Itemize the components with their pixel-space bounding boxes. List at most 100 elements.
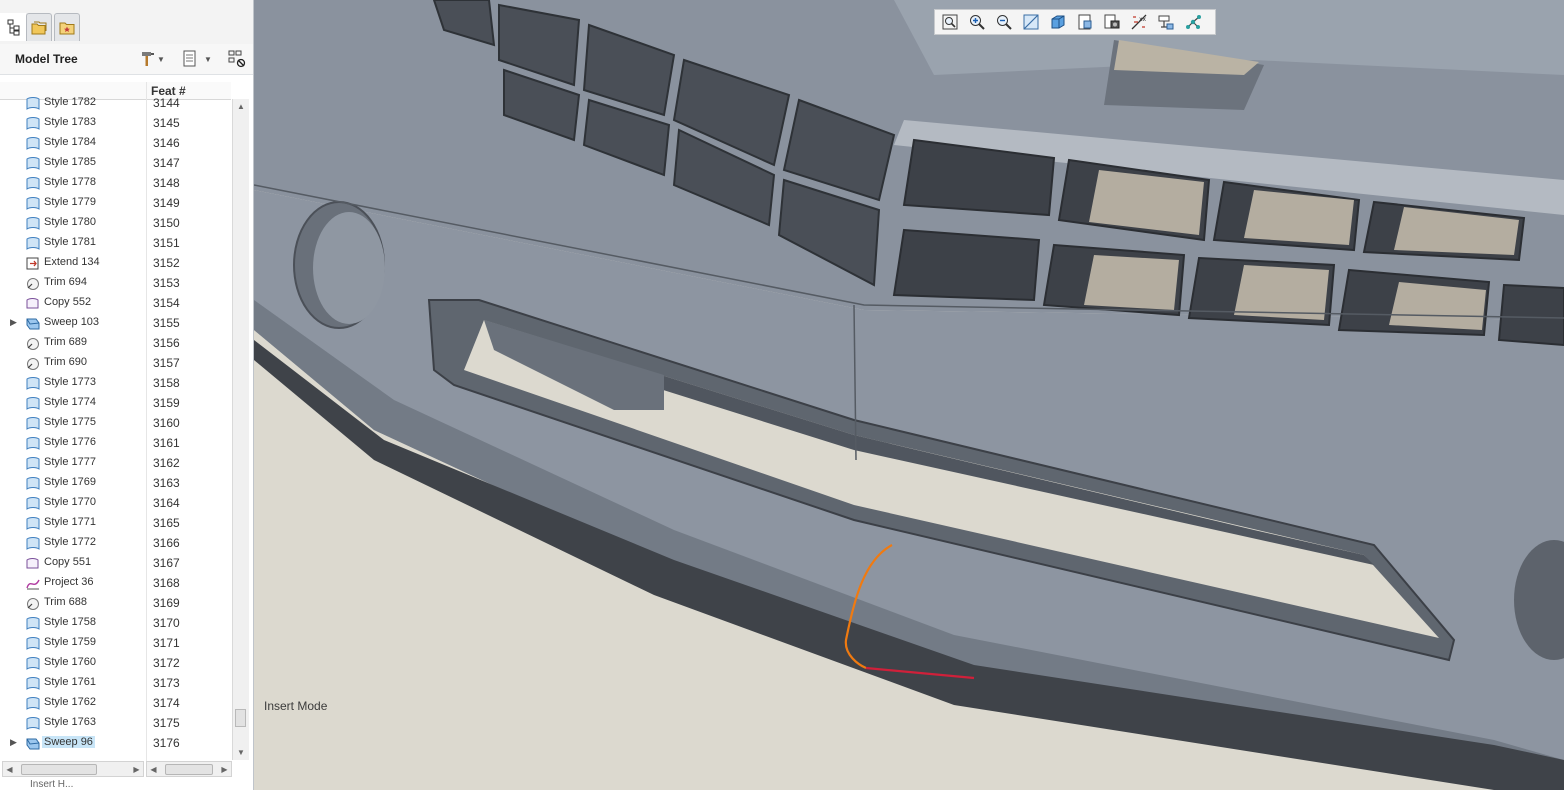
label-horizontal-scrollbar[interactable]: ◀ ▶ (2, 761, 144, 777)
tree-row[interactable]: Style 1773 3158 (0, 373, 231, 393)
tree-row[interactable]: Trim 690 3157 (0, 353, 231, 373)
tree-row[interactable]: Trim 688 3169 (0, 593, 231, 613)
display-style-button[interactable] (1046, 11, 1070, 33)
tree-row[interactable]: Extend 134 3152 (0, 253, 231, 273)
tree-row[interactable]: Style 1759 3171 (0, 633, 231, 653)
favorites-tab[interactable] (54, 13, 80, 41)
tree-row-label: Sweep 96 (42, 736, 95, 748)
tree-row[interactable]: Trim 689 3156 (0, 333, 231, 353)
graphics-window[interactable]: xx Insert Mode (254, 0, 1564, 790)
expand-arrow-icon[interactable]: ▶ (10, 737, 20, 748)
tree-row-label: Style 1785 (44, 156, 96, 168)
tree-row[interactable]: Copy 552 3154 (0, 293, 231, 313)
show-button[interactable]: ▼ (180, 48, 214, 70)
tree-row[interactable]: Style 1771 3165 (0, 513, 231, 533)
tree-row-label: Trim 690 (44, 356, 87, 368)
style-feature-icon (25, 496, 41, 511)
spin-center-button[interactable] (1181, 11, 1205, 33)
feat-number: 3171 (153, 636, 180, 650)
feat-number: 3160 (153, 416, 180, 430)
tree-row-label: Style 1775 (44, 416, 96, 428)
tree-row[interactable]: Project 36 3168 (0, 573, 231, 593)
scroll-thumb[interactable] (21, 764, 97, 775)
model-tree-list: Style 1782 3144 Style 1783 3145 Style 1784 31… (0, 92, 231, 758)
scroll-right-icon[interactable]: ▶ (218, 762, 231, 776)
tree-row[interactable]: Style 1760 3172 (0, 653, 231, 673)
car-bumper-model[interactable] (254, 0, 1564, 790)
folder-browser-tab[interactable] (26, 13, 52, 41)
zoom-out-button[interactable] (992, 11, 1016, 33)
partial-tree-item: Insert H... (30, 779, 74, 790)
feat-number: 3173 (153, 676, 180, 690)
feat-number: 3158 (153, 376, 180, 390)
tree-row[interactable]: Style 1780 3150 (0, 213, 231, 233)
column-horizontal-scrollbar[interactable]: ◀ ▶ (146, 761, 232, 777)
feat-number: 3174 (153, 696, 180, 710)
tree-vertical-scrollbar[interactable]: ▲ ▼ (232, 99, 249, 760)
datum-display-icon: xx (1131, 14, 1147, 30)
tree-row[interactable]: Style 1772 3166 (0, 533, 231, 553)
settings-button[interactable]: ▼ (137, 48, 167, 70)
tree-row[interactable]: Style 1778 3148 (0, 173, 231, 193)
tree-row-label: Style 1781 (44, 236, 96, 248)
zoom-in-button[interactable] (965, 11, 989, 33)
favorites-icon (59, 22, 75, 34)
tree-row[interactable]: Trim 694 3153 (0, 273, 231, 293)
tree-row[interactable]: Style 1774 3159 (0, 393, 231, 413)
tree-row[interactable]: Copy 551 3167 (0, 553, 231, 573)
style-feature-icon (25, 96, 41, 111)
feat-number: 3162 (153, 456, 180, 470)
tree-row[interactable]: Style 1758 3170 (0, 613, 231, 633)
scroll-left-icon[interactable]: ◀ (3, 762, 16, 776)
view-manager-button[interactable] (1100, 11, 1124, 33)
tree-row[interactable]: Style 1781 3151 (0, 233, 231, 253)
tree-row[interactable]: Style 1775 3160 (0, 413, 231, 433)
tree-filters-button[interactable] (225, 48, 249, 70)
repaint-button[interactable] (1019, 11, 1043, 33)
style-feature-icon (25, 116, 41, 131)
model-tree-tab[interactable] (0, 13, 26, 41)
tree-row[interactable]: Style 1784 3146 (0, 133, 231, 153)
scroll-up-icon[interactable]: ▲ (233, 99, 249, 114)
style-feature-icon (25, 176, 41, 191)
chevron-down-icon: ▼ (204, 54, 212, 64)
tree-row[interactable]: Style 1761 3173 (0, 673, 231, 693)
scroll-thumb[interactable] (165, 764, 213, 775)
expand-arrow-icon[interactable]: ▶ (10, 317, 20, 328)
tree-row[interactable]: ▶ Sweep 96 3176 (0, 733, 231, 753)
tree-row[interactable]: ▶ Sweep 103 3155 (0, 313, 231, 333)
tree-row[interactable]: Style 1776 3161 (0, 433, 231, 453)
tree-row[interactable]: Style 1763 3175 (0, 713, 231, 733)
trim-feature-icon (25, 596, 41, 611)
scroll-thumb[interactable] (235, 709, 246, 727)
tree-row[interactable]: Style 1762 3174 (0, 693, 231, 713)
scroll-down-icon[interactable]: ▼ (233, 745, 249, 760)
refit-icon (942, 14, 958, 30)
datum-display-button[interactable]: xx (1127, 11, 1151, 33)
feat-number: 3169 (153, 596, 180, 610)
view-toolbar: xx (934, 9, 1216, 35)
tree-row[interactable]: Style 1769 3163 (0, 473, 231, 493)
tree-row-label: Trim 694 (44, 276, 87, 288)
tree-row[interactable]: Style 1782 3144 (0, 93, 231, 113)
tree-row[interactable]: Style 1777 3162 (0, 453, 231, 473)
refit-button[interactable] (938, 11, 962, 33)
tree-row[interactable]: Style 1783 3145 (0, 113, 231, 133)
style-feature-icon (25, 376, 41, 391)
tree-row[interactable]: Style 1779 3149 (0, 193, 231, 213)
style-feature-icon (25, 456, 41, 471)
tree-row-label: Style 1778 (44, 176, 96, 188)
tree-row[interactable]: Style 1785 3147 (0, 153, 231, 173)
sweep-feature-icon (25, 316, 41, 331)
feat-number: 3151 (153, 236, 180, 250)
tree-row-label: Style 1758 (44, 616, 96, 628)
spin-center-icon (1186, 15, 1201, 29)
annotation-display-button[interactable] (1154, 11, 1178, 33)
scroll-right-icon[interactable]: ▶ (130, 762, 143, 776)
tree-row-label: Style 1783 (44, 116, 96, 128)
tree-row[interactable]: Style 1770 3164 (0, 493, 231, 513)
extend-feature-icon (25, 256, 41, 271)
tree-row-label: Project 36 (44, 576, 94, 588)
scroll-left-icon[interactable]: ◀ (147, 762, 160, 776)
saved-views-button[interactable] (1073, 11, 1097, 33)
